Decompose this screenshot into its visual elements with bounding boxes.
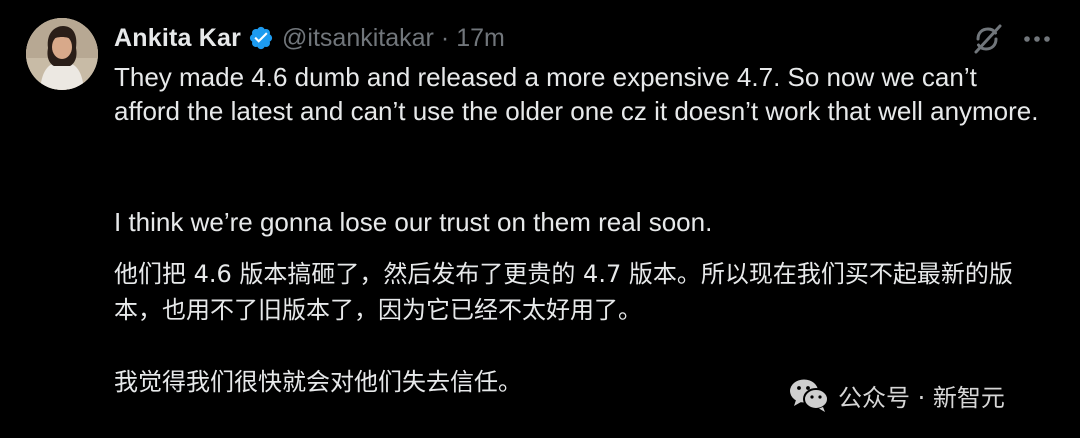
tweet-header: Ankita Kar @itsankitakar · 17m — [114, 22, 505, 54]
watermark: 公众号 · 新智元 — [788, 375, 1005, 415]
tweet-text-english-1: They made 4.6 dumb and released a more e… — [114, 62, 1039, 126]
author-name[interactable]: Ankita Kar — [114, 24, 241, 53]
tweet-card: Ankita Kar @itsankitakar · 17m They made… — [0, 0, 1080, 438]
tweet-text-english-2: I think we’re gonna lose our trust on th… — [114, 207, 713, 237]
grok-icon[interactable] — [970, 22, 1004, 56]
separator-dot: · — [440, 23, 450, 52]
timestamp[interactable]: 17m — [456, 24, 505, 53]
watermark-text: 公众号 · 新智元 — [838, 383, 1005, 412]
avatar[interactable] — [26, 18, 98, 90]
author-handle[interactable]: @itsankitakar — [282, 24, 434, 53]
avatar-image — [26, 18, 98, 90]
tweet-text-chinese-1: 他们把 4.6 版本搞砸了，然后发布了更贵的 4.7 版本。所以现在我们买不起最… — [114, 260, 1013, 324]
more-icon[interactable] — [1022, 26, 1052, 52]
wechat-icon — [788, 376, 830, 414]
verified-badge-icon — [248, 25, 274, 51]
